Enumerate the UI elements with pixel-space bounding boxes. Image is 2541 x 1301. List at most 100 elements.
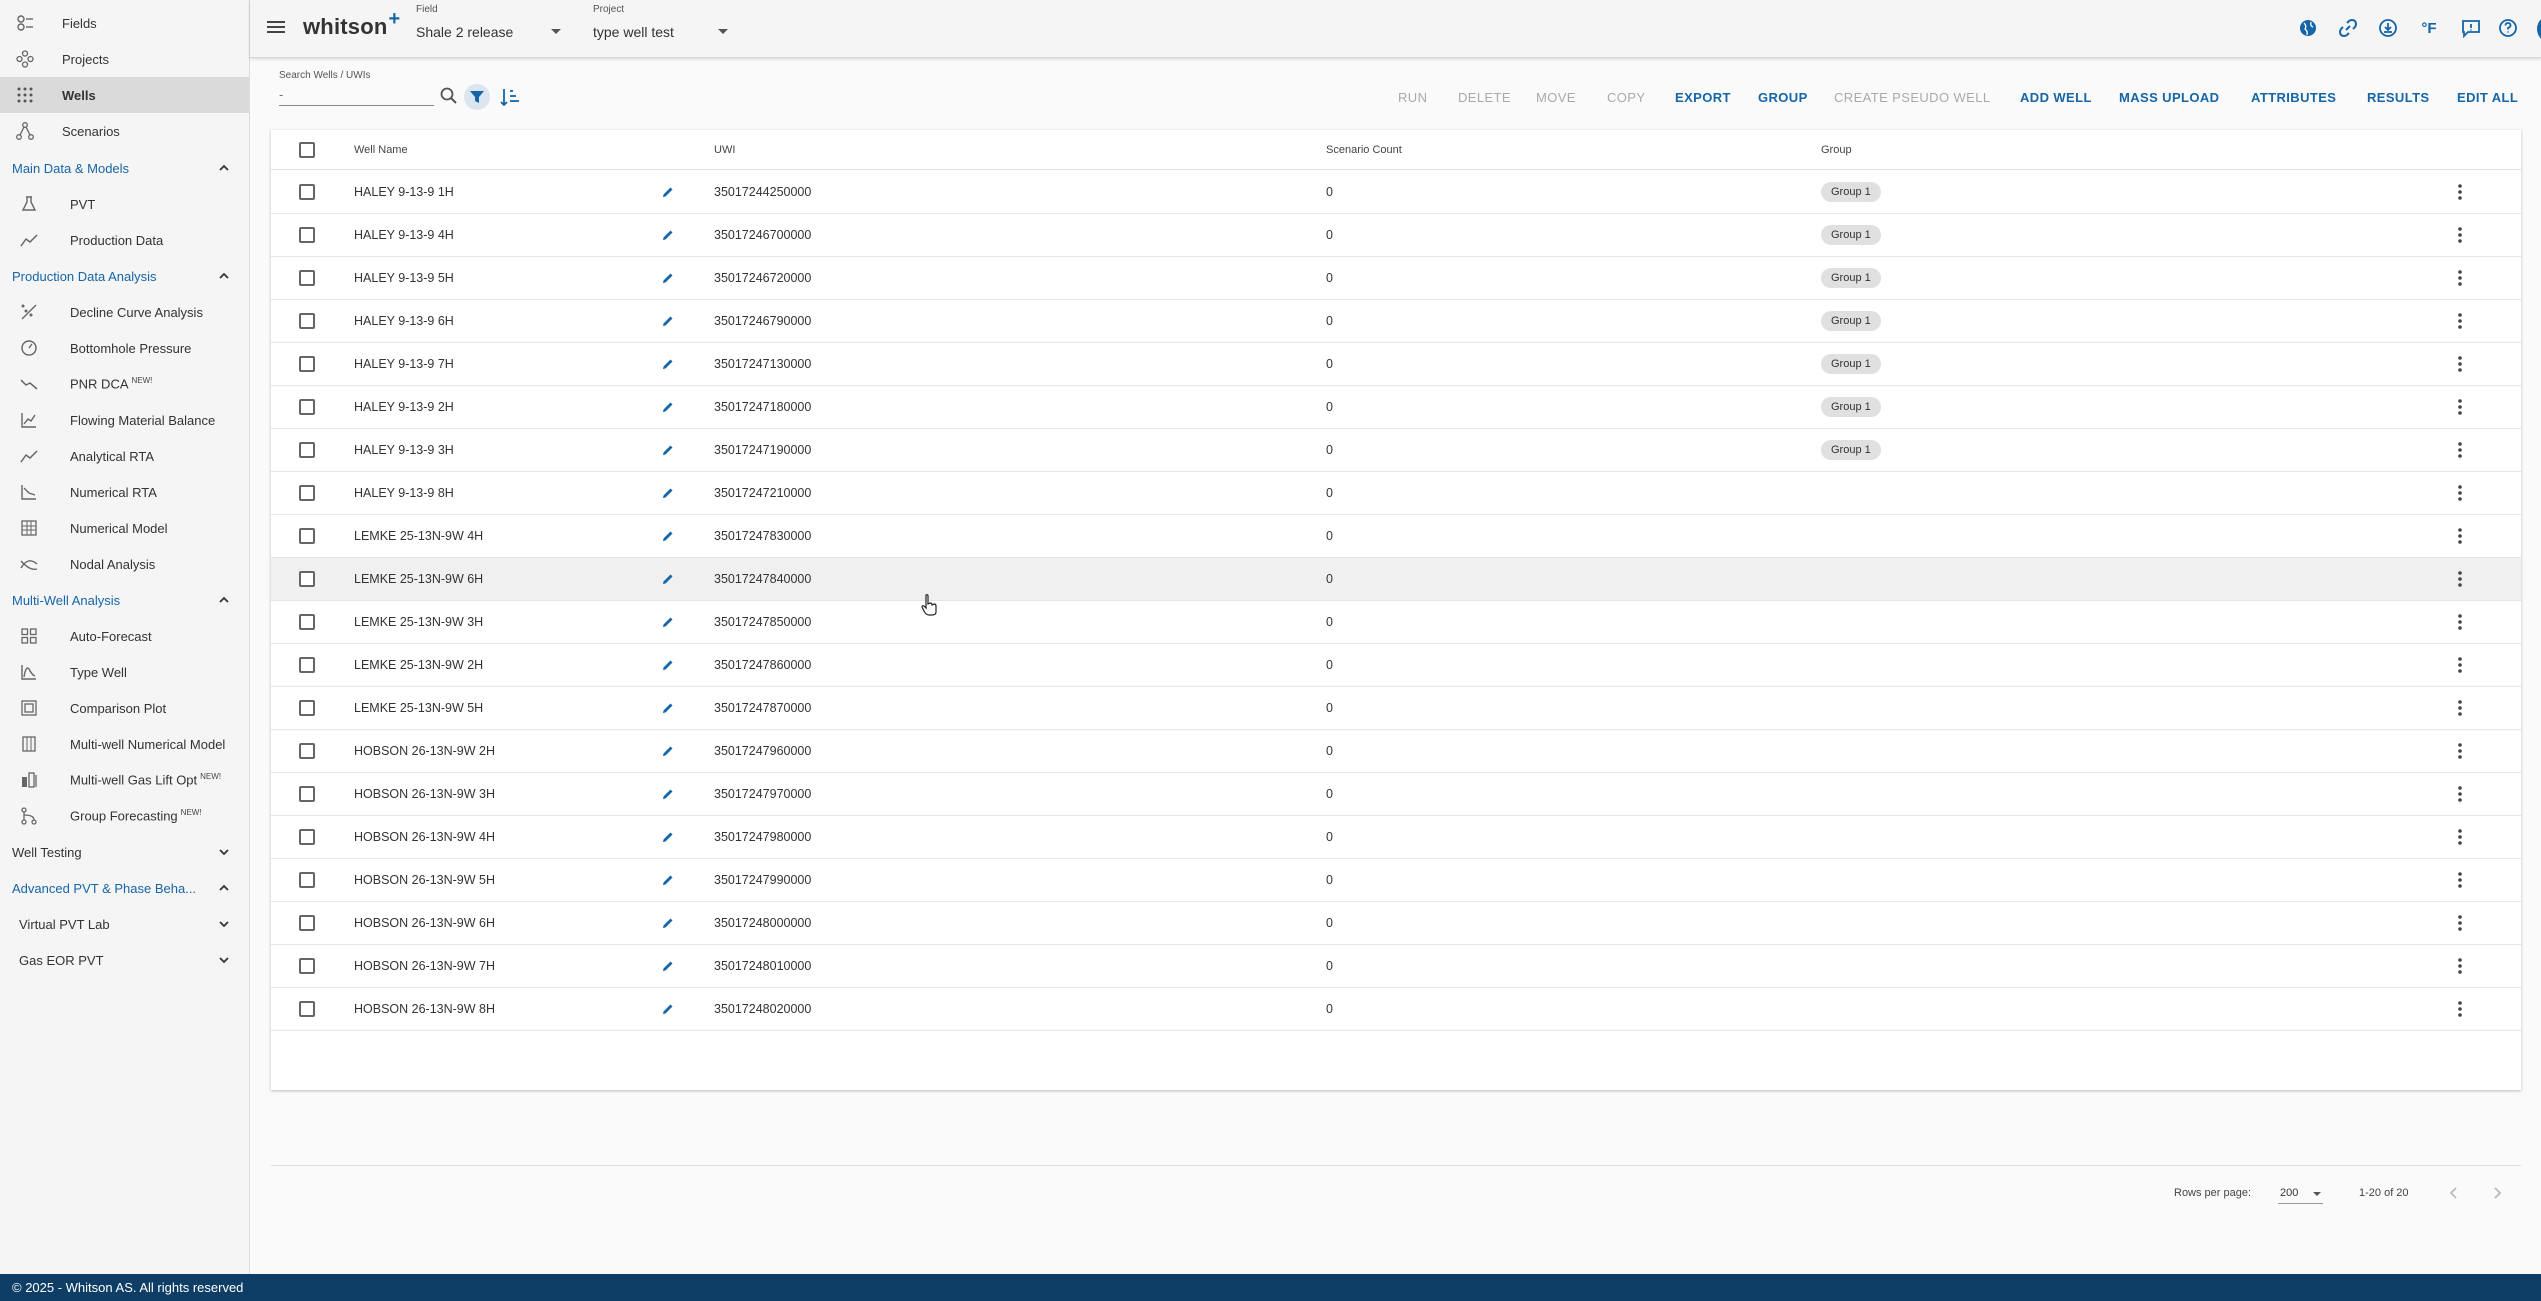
more-vert-icon[interactable] xyxy=(2452,698,2468,718)
row-checkbox[interactable] xyxy=(299,872,315,888)
row-checkbox[interactable] xyxy=(299,743,315,759)
edit-pencil-icon[interactable] xyxy=(661,443,675,457)
export-button[interactable]: EXPORT xyxy=(1675,90,1731,105)
column-header-group[interactable]: Group xyxy=(1821,144,1852,156)
more-vert-icon[interactable] xyxy=(2452,870,2468,890)
sidebar-item-analytical-rta[interactable]: Analytical RTA xyxy=(0,438,249,474)
row-checkbox[interactable] xyxy=(299,614,315,630)
group-chip[interactable]: Group 1 xyxy=(1821,311,1881,331)
sidebar-item-multi-well-gas-lift-opt[interactable]: Multi-well Gas Lift Opt NEW! xyxy=(0,762,249,798)
row-checkbox[interactable] xyxy=(299,356,315,372)
sidebar-item-production-data[interactable]: Production Data xyxy=(0,222,249,258)
group-chip[interactable]: Group 1 xyxy=(1821,182,1881,202)
table-row[interactable]: HOBSON 26-13N-9W 7H 35017248010000 0 xyxy=(271,945,2521,988)
table-row[interactable]: LEMKE 25-13N-9W 6H 35017247840000 0 xyxy=(271,558,2521,601)
more-vert-icon[interactable] xyxy=(2452,311,2468,331)
more-vert-icon[interactable] xyxy=(2452,655,2468,675)
well-name-cell[interactable]: HALEY 9-13-9 3H xyxy=(354,443,454,457)
sidebar-item-numerical-rta[interactable]: Numerical RTA xyxy=(0,474,249,510)
well-name-cell[interactable]: HOBSON 26-13N-9W 6H xyxy=(354,916,495,930)
previous-page-icon[interactable] xyxy=(2444,1183,2464,1203)
row-checkbox[interactable] xyxy=(299,399,315,415)
sidebar-item-type-well[interactable]: Type Well xyxy=(0,654,249,690)
group-chip[interactable]: Group 1 xyxy=(1821,268,1881,288)
sidebar-item-comparison-plot[interactable]: Comparison Plot xyxy=(0,690,249,726)
row-checkbox[interactable] xyxy=(299,915,315,931)
help-icon[interactable] xyxy=(2496,16,2520,40)
column-header-scenario-count[interactable]: Scenario Count xyxy=(1326,144,1402,156)
edit-pencil-icon[interactable] xyxy=(661,787,675,801)
well-name-cell[interactable]: LEMKE 25-13N-9W 3H xyxy=(354,615,483,629)
select-all-checkbox[interactable] xyxy=(299,142,315,158)
well-name-cell[interactable]: LEMKE 25-13N-9W 4H xyxy=(354,529,483,543)
more-vert-icon[interactable] xyxy=(2452,225,2468,245)
row-checkbox[interactable] xyxy=(299,657,315,673)
row-checkbox[interactable] xyxy=(299,786,315,802)
more-vert-icon[interactable] xyxy=(2452,827,2468,847)
sort-icon[interactable] xyxy=(499,86,521,108)
well-name-cell[interactable]: HOBSON 26-13N-9W 3H xyxy=(354,787,495,801)
well-name-cell[interactable]: LEMKE 25-13N-9W 2H xyxy=(354,658,483,672)
edit-pencil-icon[interactable] xyxy=(661,959,675,973)
table-row[interactable]: HALEY 9-13-9 5H 35017246720000 0 Group 1 xyxy=(271,257,2521,300)
well-name-cell[interactable]: HALEY 9-13-9 2H xyxy=(354,400,454,414)
sidebar-item-group-forecasting[interactable]: Group Forecasting NEW! xyxy=(0,798,249,834)
link-icon[interactable] xyxy=(2336,16,2360,40)
group-chip[interactable]: Group 1 xyxy=(1821,354,1881,374)
move-button[interactable]: MOVE xyxy=(1536,90,1576,105)
edit-pencil-icon[interactable] xyxy=(661,1002,675,1016)
well-name-cell[interactable]: HOBSON 26-13N-9W 2H xyxy=(354,744,495,758)
logo[interactable]: whitson+ xyxy=(303,8,400,40)
well-name-cell[interactable]: HALEY 9-13-9 8H xyxy=(354,486,454,500)
sidebar-item-decline-curve-analysis[interactable]: Decline Curve Analysis xyxy=(0,294,249,330)
table-row[interactable]: LEMKE 25-13N-9W 5H 35017247870000 0 xyxy=(271,687,2521,730)
edit-pencil-icon[interactable] xyxy=(661,701,675,715)
well-name-cell[interactable]: HALEY 9-13-9 1H xyxy=(354,185,454,199)
table-row[interactable]: HALEY 9-13-9 3H 35017247190000 0 Group 1 xyxy=(271,429,2521,472)
edit-pencil-icon[interactable] xyxy=(661,658,675,672)
more-vert-icon[interactable] xyxy=(2452,784,2468,804)
edit-pencil-icon[interactable] xyxy=(661,314,675,328)
edit-pencil-icon[interactable] xyxy=(661,615,675,629)
more-vert-icon[interactable] xyxy=(2452,741,2468,761)
table-row[interactable]: HOBSON 26-13N-9W 2H 35017247960000 0 xyxy=(271,730,2521,773)
delete-button[interactable]: DELETE xyxy=(1458,90,1511,105)
table-row[interactable]: HALEY 9-13-9 8H 35017247210000 0 xyxy=(271,472,2521,515)
mass-upload-button[interactable]: MASS UPLOAD xyxy=(2119,90,2219,105)
search-input[interactable] xyxy=(279,84,434,106)
next-page-icon[interactable] xyxy=(2487,1183,2507,1203)
row-checkbox[interactable] xyxy=(299,958,315,974)
add-well-button[interactable]: ADD WELL xyxy=(2020,90,2092,105)
sidebar-item-multi-well-numerical-model[interactable]: Multi-well Numerical Model xyxy=(0,726,249,762)
sidebar-item-fields[interactable]: Fields xyxy=(0,5,249,41)
filter-button[interactable] xyxy=(464,84,490,110)
row-checkbox[interactable] xyxy=(299,571,315,587)
section-virtual-pvt-lab[interactable]: Virtual PVT Lab xyxy=(0,906,249,942)
well-name-cell[interactable]: HALEY 9-13-9 7H xyxy=(354,357,454,371)
section-gas-eor-pvt[interactable]: Gas EOR PVT xyxy=(0,942,249,978)
table-row[interactable]: LEMKE 25-13N-9W 2H 35017247860000 0 xyxy=(271,644,2521,687)
edit-pencil-icon[interactable] xyxy=(661,572,675,586)
sidebar-item-pnr-dca[interactable]: PNR DCA NEW! xyxy=(0,366,249,402)
well-name-cell[interactable]: HOBSON 26-13N-9W 4H xyxy=(354,830,495,844)
temperature-unit-toggle[interactable]: °F xyxy=(2417,16,2441,40)
sidebar-item-nodal-analysis[interactable]: Nodal Analysis xyxy=(0,546,249,582)
well-name-cell[interactable]: HALEY 9-13-9 5H xyxy=(354,271,454,285)
edit-pencil-icon[interactable] xyxy=(661,185,675,199)
edit-pencil-icon[interactable] xyxy=(661,486,675,500)
more-vert-icon[interactable] xyxy=(2452,182,2468,202)
row-checkbox[interactable] xyxy=(299,270,315,286)
search-icon[interactable] xyxy=(439,86,459,106)
more-vert-icon[interactable] xyxy=(2452,397,2468,417)
download-icon[interactable] xyxy=(2376,16,2400,40)
group-button[interactable]: GROUP xyxy=(1758,90,1808,105)
feedback-icon[interactable] xyxy=(2459,16,2483,40)
field-select[interactable]: Field Shale 2 release xyxy=(416,4,561,48)
sidebar-item-scenarios[interactable]: Scenarios xyxy=(0,113,249,149)
avatar[interactable]: JS xyxy=(2537,15,2541,43)
project-select[interactable]: Project type well test xyxy=(593,4,728,48)
edit-pencil-icon[interactable] xyxy=(661,830,675,844)
edit-pencil-icon[interactable] xyxy=(661,916,675,930)
well-name-cell[interactable]: HOBSON 26-13N-9W 8H xyxy=(354,1002,495,1016)
more-vert-icon[interactable] xyxy=(2452,268,2468,288)
